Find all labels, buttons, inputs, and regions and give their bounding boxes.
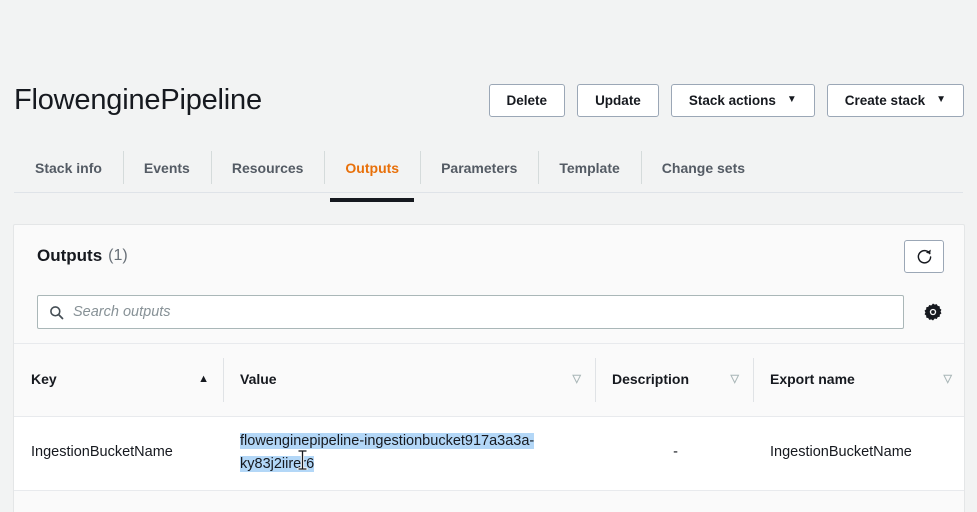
create-stack-button[interactable]: Create stack ▼ xyxy=(827,84,964,117)
tab-events[interactable]: Events xyxy=(123,140,211,195)
tab-label: Template xyxy=(559,160,619,176)
tab-label: Stack info xyxy=(35,160,102,176)
tab-change-sets[interactable]: Change sets xyxy=(641,140,766,195)
outputs-count: (1) xyxy=(108,247,128,265)
create-stack-button-label: Create stack xyxy=(845,93,925,108)
chevron-down-icon: ▼ xyxy=(787,95,797,105)
sort-icon[interactable]: ▽ xyxy=(573,374,581,385)
table-row[interactable]: IngestionBucketName flowenginepipeline-i… xyxy=(14,416,965,490)
column-header-export-name[interactable]: Export name ▽ xyxy=(753,344,965,416)
table-preferences-button[interactable] xyxy=(922,301,944,323)
page-header: FlowenginePipeline Delete Update Stack a… xyxy=(0,72,977,128)
cell-value[interactable]: flowenginepipeline-ingestionbucket917a3a… xyxy=(223,416,595,490)
tab-label: Events xyxy=(144,160,190,176)
outputs-table: Key ▲ Value ▽ Description ▽ xyxy=(14,344,965,491)
header-actions: Delete Update Stack actions ▼ Create sta… xyxy=(489,84,964,117)
search-icon xyxy=(49,305,64,320)
sort-ascending-icon[interactable]: ▲ xyxy=(198,374,209,385)
column-header-description[interactable]: Description ▽ xyxy=(595,344,753,416)
sort-icon[interactable]: ▽ xyxy=(944,374,952,385)
tab-label: Outputs xyxy=(345,160,399,176)
chevron-down-icon: ▼ xyxy=(936,95,946,105)
tab-outputs[interactable]: Outputs xyxy=(324,140,420,195)
column-header-value[interactable]: Value ▽ xyxy=(223,344,595,416)
column-header-label: Export name xyxy=(770,371,855,389)
cell-description: - xyxy=(595,416,753,490)
search-input-placeholder: Search outputs xyxy=(73,304,171,320)
stack-actions-button[interactable]: Stack actions ▼ xyxy=(671,84,815,117)
refresh-button[interactable] xyxy=(904,240,944,273)
delete-button[interactable]: Delete xyxy=(489,84,566,117)
tab-stack-info[interactable]: Stack info xyxy=(14,140,123,195)
column-header-label: Key xyxy=(31,371,57,389)
outputs-panel: Outputs (1) Search outputs xyxy=(13,224,965,512)
page-title: FlowenginePipeline xyxy=(14,84,262,117)
table-header: Key ▲ Value ▽ Description ▽ xyxy=(14,344,965,416)
table-body: IngestionBucketName flowenginepipeline-i… xyxy=(14,416,965,490)
update-button-label: Update xyxy=(595,93,641,108)
sort-icon[interactable]: ▽ xyxy=(731,374,739,385)
tab-bar: Stack info Events Resources Outputs Para… xyxy=(0,140,977,202)
column-header-key[interactable]: Key ▲ xyxy=(14,344,223,416)
cell-key: IngestionBucketName xyxy=(14,416,223,490)
cell-export-name: IngestionBucketName xyxy=(753,416,965,490)
update-button[interactable]: Update xyxy=(577,84,659,117)
cloudformation-stack-page: FlowenginePipeline Delete Update Stack a… xyxy=(0,0,977,512)
outputs-title: Outputs xyxy=(37,246,102,266)
tab-template[interactable]: Template xyxy=(538,140,640,195)
tab-label: Parameters xyxy=(441,160,517,176)
gear-icon xyxy=(923,302,943,322)
stack-actions-button-label: Stack actions xyxy=(689,93,776,108)
table-header-row: Key ▲ Value ▽ Description ▽ xyxy=(14,344,965,416)
delete-button-label: Delete xyxy=(507,93,548,108)
search-input[interactable]: Search outputs xyxy=(37,295,904,329)
outputs-panel-header: Outputs (1) xyxy=(14,225,964,287)
output-value-selected-text[interactable]: flowenginepipeline-ingestionbucket917a3a… xyxy=(240,433,534,472)
column-header-label: Description xyxy=(612,371,689,389)
tab-label: Resources xyxy=(232,160,304,176)
refresh-icon xyxy=(916,248,933,265)
tab-parameters[interactable]: Parameters xyxy=(420,140,538,195)
column-header-label: Value xyxy=(240,371,277,389)
outputs-filter-row: Search outputs xyxy=(14,287,964,337)
tab-resources[interactable]: Resources xyxy=(211,140,325,195)
tab-bar-divider xyxy=(14,192,963,193)
tab-label: Change sets xyxy=(662,160,745,176)
